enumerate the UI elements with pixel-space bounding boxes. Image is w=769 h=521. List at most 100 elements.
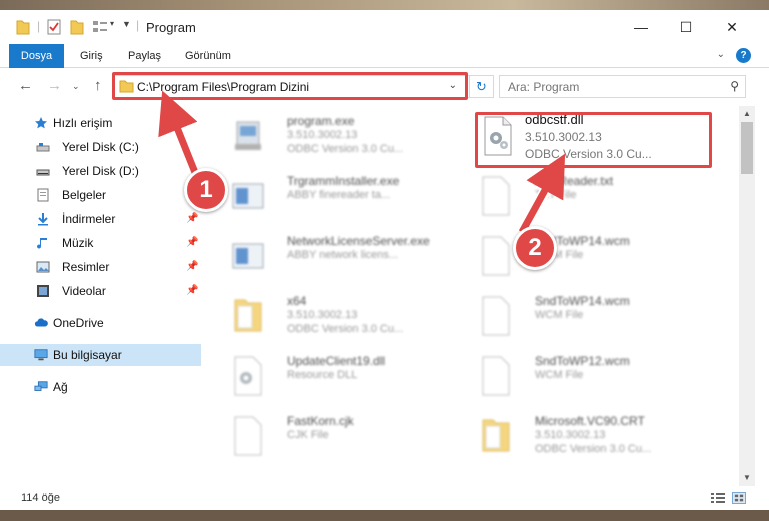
explorer-window: | ▾ ▼ | Program — ☐ ✕ Dosya Giriş Paylaş… <box>0 0 769 521</box>
file-item[interactable]: FineReader.txt TXT File <box>453 168 683 224</box>
sidebar-item-documents[interactable]: Belgeler 📌 <box>0 184 201 206</box>
file-detail: ODBC Version 3.0 Cu... <box>287 143 404 155</box>
new-folder-icon[interactable] <box>70 19 84 35</box>
network-icon <box>34 381 48 391</box>
vertical-scrollbar[interactable]: ▲ ▼ <box>739 106 755 486</box>
computer-icon <box>34 349 48 361</box>
pin-icon[interactable]: 📌 <box>186 256 198 278</box>
search-icon[interactable]: ⚲ <box>730 79 739 93</box>
sidebar-item-label: Videolar <box>62 284 106 298</box>
file-name: UpdateClient19.dll <box>287 354 386 368</box>
file-name: Microsoft.VC90.CRT <box>535 414 645 428</box>
sidebar-item-label: Ağ <box>53 380 68 394</box>
step-badge-1: 1 <box>184 168 228 212</box>
back-arrow-icon[interactable]: ← <box>18 77 33 94</box>
file-name: SndToWP12.wcm <box>535 354 630 368</box>
properties-icon[interactable] <box>47 19 61 35</box>
folder-icon <box>482 419 510 452</box>
title-bar: | ▾ ▼ | Program — ☐ ✕ <box>0 10 769 42</box>
sidebar-item-label: Resimler <box>62 260 110 274</box>
file-detail: ODBC Version 3.0 Cu... <box>287 323 404 335</box>
scroll-up-icon[interactable]: ▲ <box>739 106 755 122</box>
folder-icon <box>234 299 262 332</box>
search-input[interactable] <box>508 79 708 95</box>
sidebar-item-local-disk-c[interactable]: Yerel Disk (C:) <box>0 136 201 158</box>
minimize-button[interactable]: — <box>621 14 661 40</box>
tiles-view-icon[interactable] <box>732 492 746 504</box>
tab-file[interactable]: Dosya <box>9 44 64 68</box>
help-button[interactable]: ? <box>736 48 751 63</box>
pin-icon[interactable]: 📌 <box>186 280 198 302</box>
file-item[interactable]: x64 3.510.3002.13 ODBC Version 3.0 Cu... <box>205 288 435 344</box>
file-detail: ODBC Version 3.0 Cu... <box>535 443 652 455</box>
sidebar-item-label: OneDrive <box>53 316 104 330</box>
chevron-down-icon[interactable]: ▾ <box>110 19 114 35</box>
sidebar-item-music[interactable]: Müzik 📌 <box>0 232 201 254</box>
status-bar: 114 öğe <box>0 486 769 510</box>
exe-icon <box>235 121 261 150</box>
file-detail: 3.510.3002.13 <box>287 129 358 141</box>
file-icon <box>482 296 510 336</box>
ribbon-tabs: Dosya Giriş Paylaş Görünüm ⌄ ? <box>0 44 769 68</box>
chevron-down-icon[interactable]: ⌄ <box>72 81 80 92</box>
scroll-down-icon[interactable]: ▼ <box>739 470 755 486</box>
file-item[interactable]: UpdateClient19.dll Resource DLL <box>205 348 435 404</box>
file-name: FineReader.txt <box>535 174 614 188</box>
file-item[interactable]: SndToWP14.wcm WCM File <box>453 228 683 284</box>
file-icon <box>482 176 510 216</box>
sidebar-item-onedrive[interactable]: OneDrive <box>0 312 201 334</box>
sidebar-item-label: Belgeler <box>62 188 107 202</box>
details-view-icon[interactable] <box>711 492 725 504</box>
file-name: TrgrammInstaller.exe <box>287 174 400 188</box>
sidebar-item-local-disk-d[interactable]: Yerel Disk (D:) <box>0 160 201 182</box>
desktop-background <box>0 510 769 521</box>
exe-window-icon <box>232 183 264 209</box>
file-item[interactable]: FastKorn.cjk CJK File <box>205 408 435 464</box>
navigation-pane: Hızlı erişim Yerel Disk (C:) Yerel Disk … <box>0 106 201 486</box>
pin-icon[interactable]: 📌 <box>186 232 198 254</box>
sidebar-item-label: Müzik <box>62 236 94 250</box>
file-item[interactable]: SndToWP14.wcm WCM File <box>453 288 683 344</box>
file-detail: TXT File <box>535 189 577 201</box>
file-detail: WCM File <box>535 369 584 381</box>
file-detail: Resource DLL <box>287 369 358 381</box>
view-options-icon[interactable] <box>92 19 108 35</box>
video-icon <box>37 285 49 297</box>
file-name: NetworkLicenseServer.exe <box>287 234 430 248</box>
refresh-icon[interactable]: ↻ <box>469 76 493 97</box>
file-item[interactable]: TrgrammInstaller.exe ABBY finereader ta.… <box>205 168 435 224</box>
file-item[interactable]: NetworkLicenseServer.exe ABBY network li… <box>205 228 435 284</box>
tab-view[interactable]: Görünüm <box>175 44 241 68</box>
up-arrow-icon[interactable]: ↑ <box>94 77 102 94</box>
file-item[interactable]: Microsoft.VC90.CRT 3.510.3002.13 ODBC Ve… <box>453 408 683 464</box>
sidebar-item-videos[interactable]: Videolar 📌 <box>0 280 201 302</box>
sidebar-item-label: İndirmeler <box>62 212 116 226</box>
forward-arrow-icon[interactable]: → <box>47 77 62 94</box>
file-item[interactable]: program.exe 3.510.3002.13 ODBC Version 3… <box>205 108 435 164</box>
maximize-button[interactable]: ☐ <box>666 14 706 40</box>
tab-share[interactable]: Paylaş <box>118 44 171 68</box>
sidebar-item-downloads[interactable]: İndirmeler 📌 <box>0 208 201 230</box>
drive-icon <box>36 169 50 176</box>
pin-icon[interactable]: 📌 <box>186 208 198 230</box>
pictures-icon <box>36 261 50 273</box>
sidebar-item-quick-access[interactable]: Hızlı erişim <box>0 112 201 134</box>
exe-window-icon <box>232 243 264 269</box>
file-highlight-box <box>475 112 712 168</box>
separator: | <box>37 19 41 33</box>
address-highlight-box <box>112 72 468 100</box>
sidebar-item-network[interactable]: Ağ <box>0 376 201 398</box>
music-icon <box>37 238 47 249</box>
sidebar-item-pictures[interactable]: Resimler 📌 <box>0 256 201 278</box>
search-box[interactable]: ⚲ <box>499 75 746 98</box>
sidebar-item-label: Bu bilgisayar <box>53 348 122 362</box>
tab-home[interactable]: Giriş <box>70 44 113 68</box>
scrollbar-thumb[interactable] <box>741 122 753 174</box>
documents-icon <box>37 188 49 202</box>
file-item[interactable]: SndToWP12.wcm WCM File <box>453 348 683 404</box>
customize-toolbar-icon[interactable]: ▼ <box>122 19 131 35</box>
chevron-down-icon[interactable]: ⌄ <box>717 49 725 60</box>
close-button[interactable]: ✕ <box>712 14 752 40</box>
file-detail: ABBY network licens... <box>287 249 399 261</box>
sidebar-item-this-pc[interactable]: Bu bilgisayar <box>0 344 201 366</box>
